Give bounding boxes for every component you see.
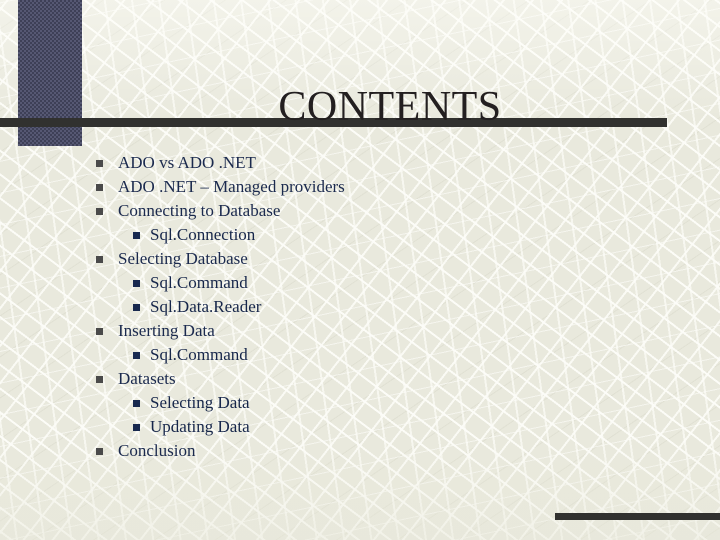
- square-bullet-icon: [133, 424, 140, 431]
- square-bullet-icon: [133, 400, 140, 407]
- square-bullet-icon: [133, 304, 140, 311]
- square-bullet-icon: [96, 184, 103, 191]
- presentation-slide: CONTENTS ADO vs ADO .NET ADO .NET – Manag…: [0, 0, 720, 540]
- square-bullet-icon: [96, 256, 103, 263]
- list-item-label: Sql.Data.Reader: [150, 297, 262, 316]
- list-item: Sql.Data.Reader: [96, 295, 656, 319]
- list-item: Updating Data: [96, 415, 656, 439]
- list-item-label: Sql.Connection: [150, 225, 256, 244]
- list-item: Sql.Command: [96, 271, 656, 295]
- list-item: ADO .NET – Managed providers: [96, 175, 656, 199]
- list-item-label: ADO .NET – Managed providers: [118, 177, 345, 196]
- bottom-accent-bar: [555, 513, 720, 520]
- list-item-label: Sql.Command: [150, 273, 248, 292]
- list-item-label: Datasets: [118, 369, 176, 388]
- list-item-label: Selecting Data: [150, 393, 250, 412]
- list-item: Selecting Data: [96, 391, 656, 415]
- contents-bullet-list: ADO vs ADO .NET ADO .NET – Managed provid…: [96, 151, 656, 463]
- list-item: Sql.Command: [96, 343, 656, 367]
- list-item-label: ADO vs ADO .NET: [118, 153, 256, 172]
- list-item-label: Inserting Data: [118, 321, 215, 340]
- list-item: Datasets: [96, 367, 656, 391]
- list-item: Sql.Connection: [96, 223, 656, 247]
- list-item: Inserting Data: [96, 319, 656, 343]
- list-item-label: Conclusion: [118, 441, 196, 460]
- list-item-label: Connecting to Database: [118, 201, 281, 220]
- square-bullet-icon: [133, 280, 140, 287]
- list-item-label: Selecting Database: [118, 249, 248, 268]
- page-title: CONTENTS: [278, 84, 502, 131]
- list-item: Connecting to Database: [96, 199, 656, 223]
- list-item-label: Sql.Command: [150, 345, 248, 364]
- square-bullet-icon: [96, 160, 103, 167]
- square-bullet-icon: [96, 448, 103, 455]
- list-item-label: Updating Data: [150, 417, 250, 436]
- square-bullet-icon: [96, 376, 103, 383]
- list-item: Conclusion: [96, 439, 656, 463]
- square-bullet-icon: [96, 328, 103, 335]
- square-bullet-icon: [133, 352, 140, 359]
- square-bullet-icon: [96, 208, 103, 215]
- list-item: ADO vs ADO .NET: [96, 151, 656, 175]
- list-item: Selecting Database: [96, 247, 656, 271]
- square-bullet-icon: [133, 232, 140, 239]
